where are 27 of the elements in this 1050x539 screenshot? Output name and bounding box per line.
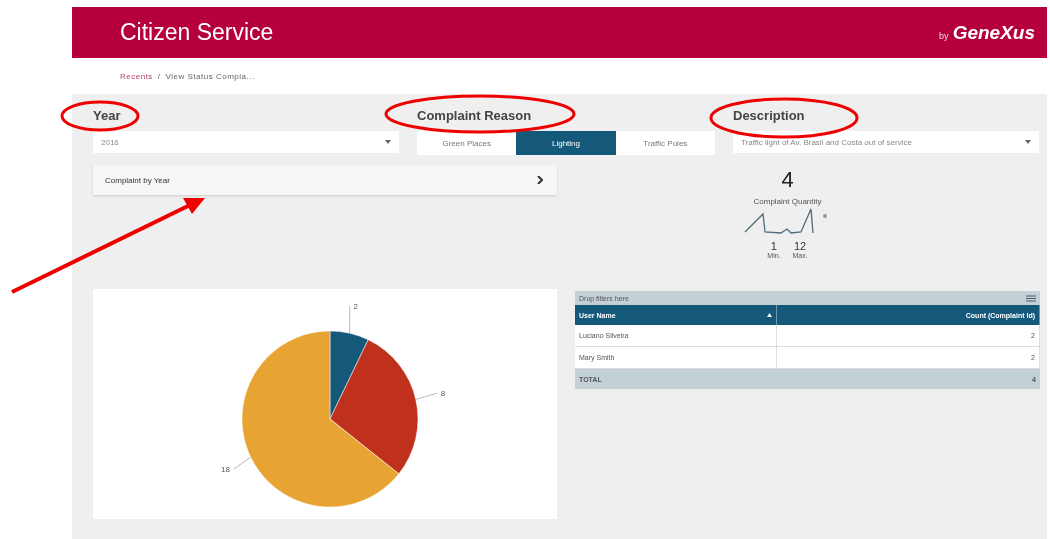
kpi-value: 4 — [781, 167, 794, 193]
reason-tab[interactable]: Lighting — [516, 131, 616, 155]
brand-prefix: by — [939, 30, 949, 41]
slice-label: 18 — [221, 465, 230, 475]
accordion-header[interactable]: Complaint by Year — [93, 165, 557, 195]
leader-line — [233, 456, 252, 470]
slice-label: 8 — [440, 389, 446, 399]
leader-line — [415, 392, 438, 400]
field-label: Year — [93, 108, 122, 123]
caret-icon — [385, 140, 391, 144]
caret-icon — [1025, 140, 1031, 144]
min-value: 1 — [770, 240, 777, 252]
app-title: Citizen Service — [120, 19, 274, 46]
field-label: Complaint Reason — [417, 108, 533, 123]
leader-line — [349, 305, 351, 334]
description-dropdown[interactable]: Traffic light of Av. Brasil and Costa out of service — [733, 131, 1039, 153]
breadcrumb-text: / — [157, 71, 161, 81]
menu-icon[interactable] — [1026, 294, 1036, 302]
kpi-label: Complaint Quantity — [753, 197, 822, 206]
slice-label: 2 — [353, 301, 359, 311]
brand-logo: GeneXus — [952, 21, 1035, 44]
breadcrumb-link[interactable]: Recents — [120, 71, 153, 81]
breadcrumb-text: View Status Compla... — [165, 71, 255, 81]
chevron-icon — [537, 176, 543, 184]
field-label: Description — [733, 108, 806, 123]
year-dropdown[interactable]: 2016 — [93, 131, 399, 153]
max-value: 12 — [794, 240, 807, 252]
